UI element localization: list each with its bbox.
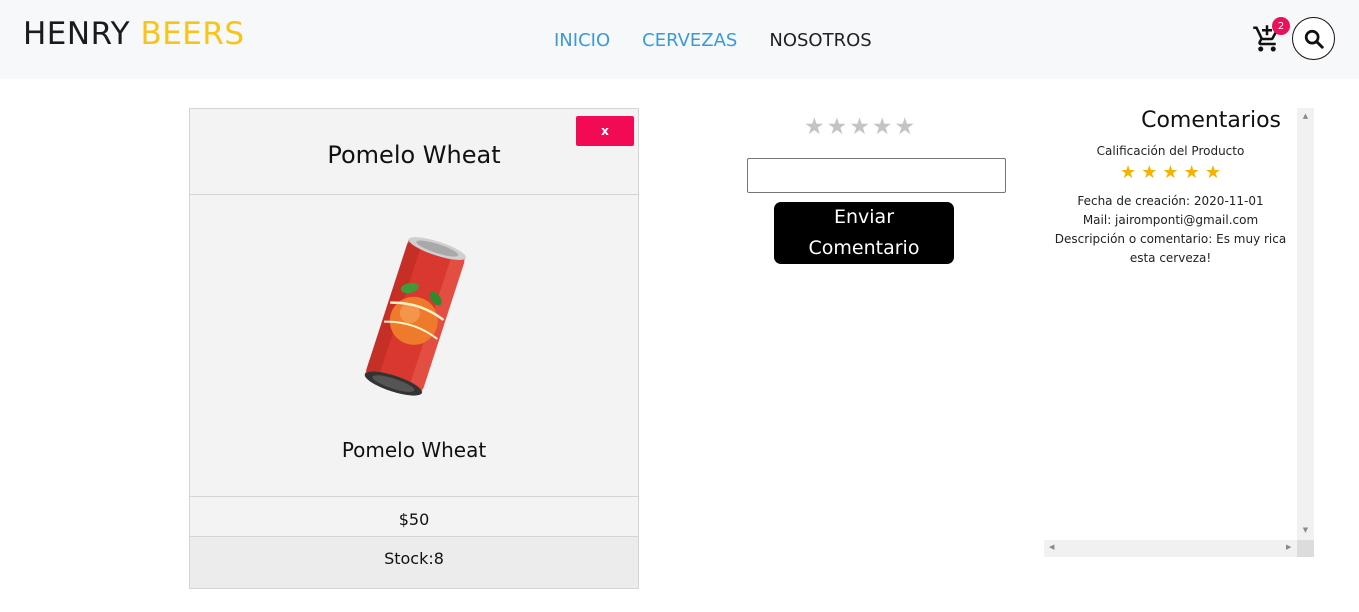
- brand-part-2: BEERS: [140, 16, 245, 52]
- scroll-right-icon[interactable]: ▶: [1286, 543, 1291, 551]
- card-divider: [190, 496, 638, 497]
- rating-label: Calificación del Producto: [1096, 144, 1245, 158]
- search-icon: [1304, 29, 1324, 49]
- card-divider: [190, 194, 638, 195]
- product-name: Pomelo Wheat: [341, 438, 487, 462]
- comment-mail: Mail: jairomponti@gmail.com: [1082, 213, 1259, 227]
- horizontal-scrollbar[interactable]: ◀ ▶: [1044, 540, 1297, 557]
- star-5-icon[interactable]: ★: [895, 116, 916, 139]
- product-stock: Stock:8: [384, 549, 444, 568]
- vertical-scrollbar[interactable]: ▲ ▼: [1297, 108, 1314, 540]
- star-filled-icon: ★: [1204, 162, 1222, 183]
- comment-input[interactable]: [747, 158, 1006, 193]
- comments-panel[interactable]: Comentarios Calificación del Producto ★ …: [1044, 108, 1314, 558]
- scrollbar-corner: [1297, 540, 1314, 557]
- brand-logo[interactable]: HENRY BEERS: [23, 16, 245, 52]
- product-title: Pomelo Wheat: [327, 141, 501, 169]
- product-card: x Pomelo Wheat Pomelo Wheat $50 Stock:8: [189, 108, 639, 589]
- card-divider: [190, 536, 638, 537]
- star-filled-icon: ★: [1119, 162, 1137, 183]
- product-price: $50: [398, 510, 430, 529]
- star-4-icon[interactable]: ★: [872, 116, 893, 139]
- scroll-up-icon[interactable]: ▲: [1297, 112, 1314, 120]
- star-filled-icon: ★: [1162, 162, 1179, 183]
- star-1-icon[interactable]: ★: [804, 116, 825, 139]
- cart-count-badge: 2: [1272, 17, 1290, 35]
- send-label-line-1: Enviar: [833, 206, 895, 228]
- star-filled-icon: ★: [1183, 162, 1200, 183]
- nav-link-cervezas[interactable]: CERVEZAS: [642, 30, 737, 51]
- star-filled-icon: ★: [1141, 162, 1158, 183]
- search-button[interactable]: [1292, 17, 1335, 60]
- comment-rating-stars: ★ ★ ★ ★ ★: [1044, 163, 1297, 182]
- comment-date: Fecha de creación: 2020-11-01: [1077, 194, 1264, 208]
- stock-row: Stock:8: [190, 536, 638, 588]
- star-3-icon[interactable]: ★: [849, 116, 870, 139]
- nav-link-inicio[interactable]: INICIO: [554, 30, 610, 51]
- rating-input[interactable]: ★ ★ ★ ★ ★: [804, 116, 915, 139]
- comments-title: Comentarios: [1141, 108, 1281, 133]
- comment-description-cont: esta cerveza!: [1129, 251, 1212, 265]
- scroll-down-icon[interactable]: ▼: [1297, 526, 1314, 534]
- comment-description: Descripción o comentario: Es muy rica: [1054, 232, 1287, 246]
- send-comment-button[interactable]: Enviar Comentario: [774, 202, 954, 264]
- nav-link-nosotros[interactable]: NOSOTROS: [769, 30, 871, 51]
- star-2-icon[interactable]: ★: [827, 116, 848, 139]
- product-image: [345, 229, 485, 404]
- nav-links: INICIO CERVEZAS NOSOTROS: [554, 30, 872, 51]
- scroll-left-icon[interactable]: ◀: [1049, 543, 1054, 551]
- brand-part-1: HENRY: [23, 16, 131, 52]
- send-label-line-2: Comentario: [808, 237, 920, 259]
- navbar: HENRY BEERS INICIO CERVEZAS NOSOTROS 2: [0, 0, 1359, 79]
